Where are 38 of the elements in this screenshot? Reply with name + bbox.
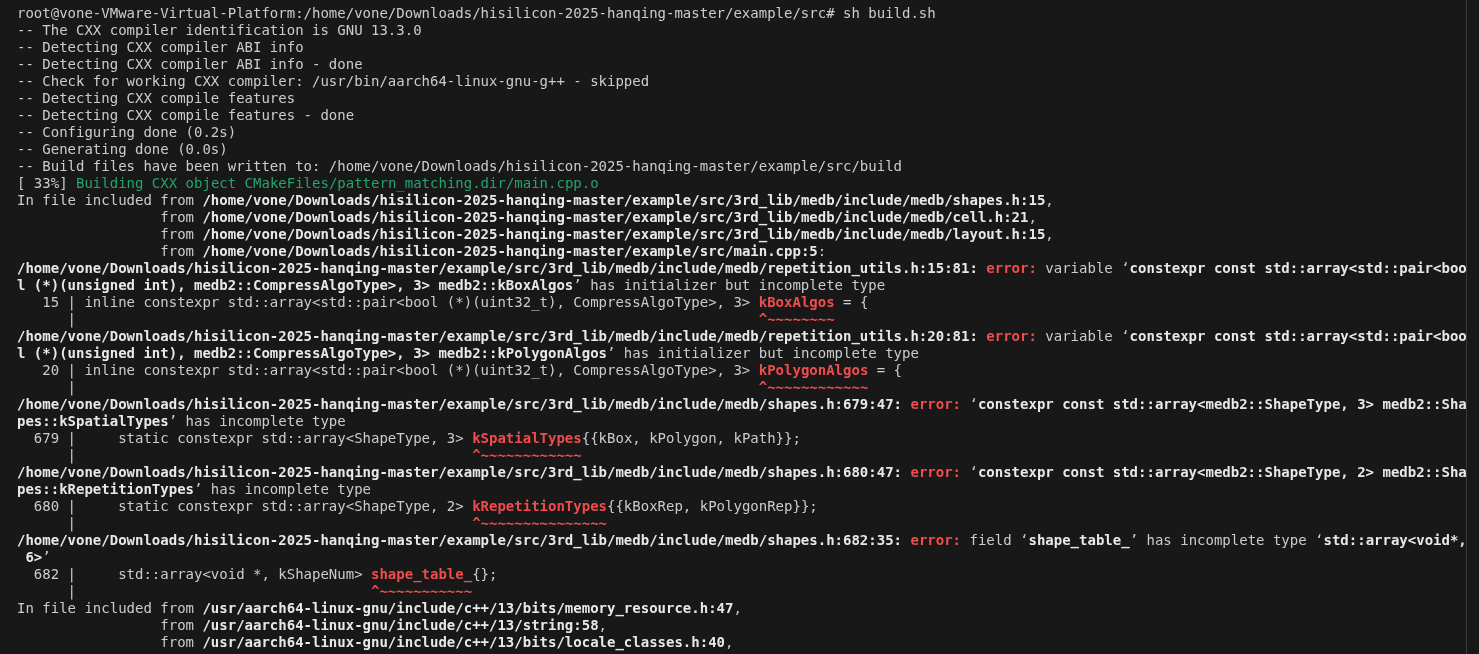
- terminal-line: -- Generating done (0.0s): [17, 141, 228, 158]
- terminal-line: -- Detecting CXX compile features - done: [17, 107, 355, 124]
- terminal-line: /home/vone/Downloads/hisilicon-2025-hanqing-master/example/src/3rd_lib/medb/include/medb/shapes.h:679:47: error: ‘constexpr const std::array<medb2::ShapeType, 3> medb2::Sha: [17, 396, 1466, 413]
- terminal-line: -- Check for working CXX compiler: /usr/bin/aarch64-linux-gnu-g++ - skipped: [17, 73, 650, 90]
- terminal-line: -- Detecting CXX compiler ABI info - done: [17, 56, 363, 73]
- terminal-line: pes::kSpatialTypes’ has incomplete type: [17, 413, 346, 430]
- terminal-line: l (*)(unsigned int), medb2::CompressAlgoType>, 3> medb2::kPolygonAlgos’ has initializer but incomplete type: [17, 345, 919, 362]
- terminal-line: 682 | std::array<void *, kShapeNum> shape_table_{};: [32, 566, 498, 583]
- terminal-line: /home/vone/Downloads/hisilicon-2025-hanqing-master/example/src/3rd_lib/medb/include/medb/repetition_utils.h:20:81: error: variable ‘constexpr const std::array<std::pair<boo: [17, 328, 1466, 345]
- terminal-line: 680 | static constexpr std::array<ShapeType, 2> kRepetitionTypes{{kBoxRep, kPolygonRep}};: [32, 498, 818, 515]
- terminal-line: from /home/vone/Downloads/hisilicon-2025-hanqing-master/example/src/main.cpp:5:: [159, 243, 827, 260]
- terminal-line: /home/vone/Downloads/hisilicon-2025-hanqing-master/example/src/3rd_lib/medb/include/medb/shapes.h:682:35: error: field ‘shape_table_’ has incomplete type ‘std::array<void*,: [17, 532, 1466, 549]
- terminal-line: 6>’: [24, 549, 51, 566]
- terminal-line: | ^~~~~~~~~~~~~~~~: [66, 515, 607, 532]
- terminal-line: /home/vone/Downloads/hisilicon-2025-hanqing-master/example/src/3rd_lib/medb/include/medb/shapes.h:680:47: error: ‘constexpr const std::array<medb2::ShapeType, 2> medb2::Sha: [17, 464, 1466, 481]
- terminal-line: from /usr/aarch64-linux-gnu/include/c++/13/bits/locale_classes.h:40,: [159, 634, 734, 651]
- terminal-line: 20 | inline constexpr std::array<std::pair<bool (*)(uint32_t), CompressAlgoType>, 3> kPolygonAlgos = {: [41, 362, 903, 379]
- terminal-line: [ 33%] Building CXX object CMakeFiles/pattern_matching.dir/main.cpp.o: [17, 175, 599, 192]
- terminal-line: | ^~~~~~~~~: [66, 311, 835, 328]
- terminal-line: from /usr/aarch64-linux-gnu/include/c++/13/string:58,: [159, 617, 608, 634]
- terminal-line: pes::kRepetitionTypes’ has incomplete type: [17, 481, 372, 498]
- terminal-line: | ^~~~~~~~~~~~~: [66, 379, 869, 396]
- terminal-line: In file included from /usr/aarch64-linux-gnu/include/c++/13/bits/memory_resource.h:47,: [17, 600, 742, 617]
- terminal-line: -- Detecting CXX compiler ABI info: [17, 39, 304, 56]
- terminal-line: 15 | inline constexpr std::array<std::pair<bool (*)(uint32_t), CompressAlgoType>, 3> kBoxAlgos = {: [41, 294, 869, 311]
- terminal-line: -- Configuring done (0.2s): [17, 124, 237, 141]
- terminal-line: -- Detecting CXX compile features: [17, 90, 296, 107]
- terminal-line: -- The CXX compiler identification is GNU 13.3.0: [17, 22, 422, 39]
- terminal-line: In file included from /home/vone/Downloads/hisilicon-2025-hanqing-master/example/src/3rd_lib/medb/include/medb/shapes.h:15,: [17, 192, 1054, 209]
- terminal-line: 679 | static constexpr std::array<ShapeType, 3> kSpatialTypes{{kBox, kPolygon, kPath}};: [32, 430, 801, 447]
- terminal-line: l (*)(unsigned int), medb2::CompressAlgoType>, 3> medb2::kBoxAlgos’ has initializer but incomplete type: [17, 277, 886, 294]
- terminal-line: from /home/vone/Downloads/hisilicon-2025-hanqing-master/example/src/3rd_lib/medb/include/medb/layout.h:15,: [159, 226, 1054, 243]
- terminal-line: root@vone-VMware-Virtual-Platform:/home/vone/Downloads/hisilicon-2025-hanqing-master/example/src# sh build.sh: [17, 5, 936, 22]
- terminal-line: /home/vone/Downloads/hisilicon-2025-hanqing-master/example/src/3rd_lib/medb/include/medb/repetition_utils.h:15:81: error: variable ‘constexpr const std::array<std::pair<boo: [17, 260, 1466, 277]
- terminal-line: | ^~~~~~~~~~~~: [66, 583, 473, 600]
- terminal-line: -- Build files have been written to: /home/vone/Downloads/hisilicon-2025-hanqing-master/example/src/build: [17, 158, 902, 175]
- terminal-line: | ^~~~~~~~~~~~~: [66, 447, 582, 464]
- terminal-line: from /home/vone/Downloads/hisilicon-2025-hanqing-master/example/src/3rd_lib/medb/include/medb/cell.h:21,: [159, 209, 1037, 226]
